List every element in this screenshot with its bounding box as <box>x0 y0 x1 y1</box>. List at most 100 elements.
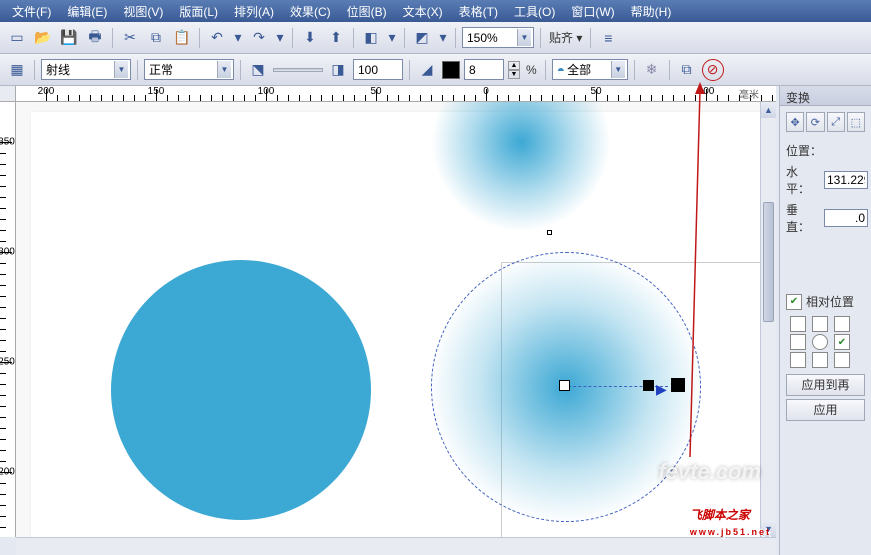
anchor-bl[interactable] <box>790 352 806 368</box>
clear-transparency-icon[interactable]: ⊘ <box>702 59 724 81</box>
anchor-tr[interactable] <box>834 316 850 332</box>
radial-gradient-object-top[interactable] <box>431 102 611 232</box>
anchor-mr[interactable] <box>834 334 850 350</box>
start-transparency-icon[interactable]: ⬔ <box>247 59 269 81</box>
chevron-down-icon[interactable]: ▼ <box>114 61 128 78</box>
relative-checkbox[interactable] <box>786 294 802 310</box>
rotate-tab-icon[interactable]: ⟳ <box>806 112 824 132</box>
welcome-icon[interactable]: ◩ <box>411 27 433 49</box>
copy-icon[interactable]: ⧉ <box>145 27 167 49</box>
menu-text[interactable]: 文本(X) <box>397 1 449 22</box>
undo-icon[interactable]: ↶ <box>206 27 228 49</box>
menu-help[interactable]: 帮助(H) <box>625 1 678 22</box>
transparency-input[interactable] <box>358 61 388 78</box>
freeze-icon[interactable]: ❄ <box>641 59 663 81</box>
spinner-up[interactable]: ▲ <box>508 61 520 70</box>
app-launch-icon[interactable]: ◧ <box>360 27 382 49</box>
zoom-combo[interactable]: ▼ <box>462 27 534 48</box>
spinner-down[interactable]: ▼ <box>508 70 520 79</box>
solid-circle-object[interactable] <box>111 260 371 520</box>
menu-window[interactable]: 窗口(W) <box>565 1 620 22</box>
redo-dropdown-icon[interactable]: ▾ <box>274 27 286 49</box>
app-launch-dropdown[interactable]: ▾ <box>386 27 398 49</box>
gradient-arrow-icon: ▶ <box>656 381 667 398</box>
transparency-value[interactable] <box>353 59 403 80</box>
zoom-input[interactable] <box>467 29 517 46</box>
gradient-edit-icon[interactable]: ◢ <box>416 59 438 81</box>
horizontal-input[interactable] <box>824 171 868 189</box>
horizontal-ruler[interactable]: 20015010050050100 <box>16 86 776 102</box>
annotation-arrow <box>700 82 702 452</box>
menu-edit[interactable]: 编辑(E) <box>61 1 113 22</box>
edge-input[interactable] <box>469 61 491 78</box>
new-doc-icon[interactable]: ▭ <box>6 27 28 49</box>
anchor-bc[interactable] <box>812 352 828 368</box>
scale-tab-icon[interactable]: ⤢ <box>827 112 845 132</box>
chevron-down-icon[interactable]: ▼ <box>517 29 531 46</box>
print-icon[interactable]: 🖶 <box>84 27 106 49</box>
anchor-tc[interactable] <box>812 316 828 332</box>
menu-effects[interactable]: 效果(C) <box>284 1 337 22</box>
paste-icon[interactable]: 📋 <box>171 27 193 49</box>
cut-icon[interactable]: ✂ <box>119 27 141 49</box>
gradient-end-handle[interactable] <box>671 378 685 392</box>
scroll-up-icon[interactable]: ▲ <box>761 102 776 118</box>
chevron-down-icon[interactable]: ▼ <box>217 61 231 78</box>
vertical-input[interactable] <box>824 209 868 227</box>
anchor-center[interactable] <box>812 334 828 350</box>
selection-center-marker[interactable] <box>547 230 552 235</box>
horizontal-scrollbar[interactable] <box>16 537 776 555</box>
menu-file[interactable]: 文件(F) <box>6 1 57 22</box>
scrollbar-thumb[interactable] <box>763 202 774 322</box>
snap-button[interactable]: 贴齐 ▾ <box>547 29 584 46</box>
size-tab-icon[interactable]: ⬚ <box>847 112 865 132</box>
menu-arrange[interactable]: 排列(A) <box>228 1 280 22</box>
watermark-fevte: fevte.com <box>658 459 761 485</box>
copy-properties-icon[interactable]: ⧉ <box>676 59 698 81</box>
apply-target-combo[interactable]: ◓ 全部 ▼ <box>552 59 628 80</box>
menu-view[interactable]: 视图(V) <box>117 1 169 22</box>
fill-type-combo[interactable]: 射线 ▼ <box>41 59 131 80</box>
watermark-jb51: 飞脚本之家 www.jb51.net <box>690 490 771 537</box>
target-value: 全部 <box>567 61 611 78</box>
menu-table[interactable]: 表格(T) <box>453 1 504 22</box>
open-icon[interactable]: 📂 <box>32 27 54 49</box>
blend-mode-combo[interactable]: 正常 ▼ <box>144 59 234 80</box>
target-icon: ◓ <box>557 62 565 78</box>
end-transparency-icon[interactable]: ◨ <box>327 59 349 81</box>
anchor-ml[interactable] <box>790 334 806 350</box>
undo-dropdown-icon[interactable]: ▾ <box>232 27 244 49</box>
menu-bar: 文件(F) 编辑(E) 视图(V) 版面(L) 排列(A) 效果(C) 位图(B… <box>0 0 871 22</box>
transform-type-icons: ✥ ⟳ ⤢ ⬚ <box>786 112 865 132</box>
welcome-dropdown[interactable]: ▾ <box>437 27 449 49</box>
chevron-down-icon[interactable]: ▼ <box>611 61 625 78</box>
docker-title[interactable]: 变换 <box>780 86 871 106</box>
vertical-scrollbar[interactable]: ▲ ▼ <box>760 102 776 537</box>
blend-mode-value: 正常 <box>149 61 217 78</box>
start-color-swatch[interactable] <box>442 61 460 79</box>
anchor-br[interactable] <box>834 352 850 368</box>
edge-value[interactable] <box>464 59 504 80</box>
page: ▶ <box>31 112 761 537</box>
menu-tools[interactable]: 工具(O) <box>508 1 561 22</box>
edit-transparency-icon[interactable]: ▦ <box>6 59 28 81</box>
ruler-origin[interactable] <box>0 86 16 102</box>
vertical-label: 垂直： <box>786 201 820 235</box>
anchor-tl[interactable] <box>790 316 806 332</box>
options-icon[interactable]: ≡ <box>597 27 619 49</box>
transparency-slider[interactable] <box>273 68 323 72</box>
vertical-ruler[interactable]: 350300250200 <box>0 102 16 537</box>
apply-button[interactable]: 应用 <box>786 399 865 421</box>
import-icon[interactable]: ⬇ <box>299 27 321 49</box>
gradient-mid-handle[interactable] <box>643 380 654 391</box>
redo-icon[interactable]: ↷ <box>248 27 270 49</box>
gradient-start-handle[interactable] <box>559 380 570 391</box>
position-tab-icon[interactable]: ✥ <box>786 112 804 132</box>
menu-layout[interactable]: 版面(L) <box>173 1 224 22</box>
ruler-unit-label: 毫米 <box>739 86 759 101</box>
export-icon[interactable]: ⬆ <box>325 27 347 49</box>
apply-duplicate-button[interactable]: 应用到再 <box>786 374 865 396</box>
save-icon[interactable]: 💾 <box>58 27 80 49</box>
position-label: 位置： <box>786 142 822 159</box>
menu-bitmap[interactable]: 位图(B) <box>341 1 393 22</box>
